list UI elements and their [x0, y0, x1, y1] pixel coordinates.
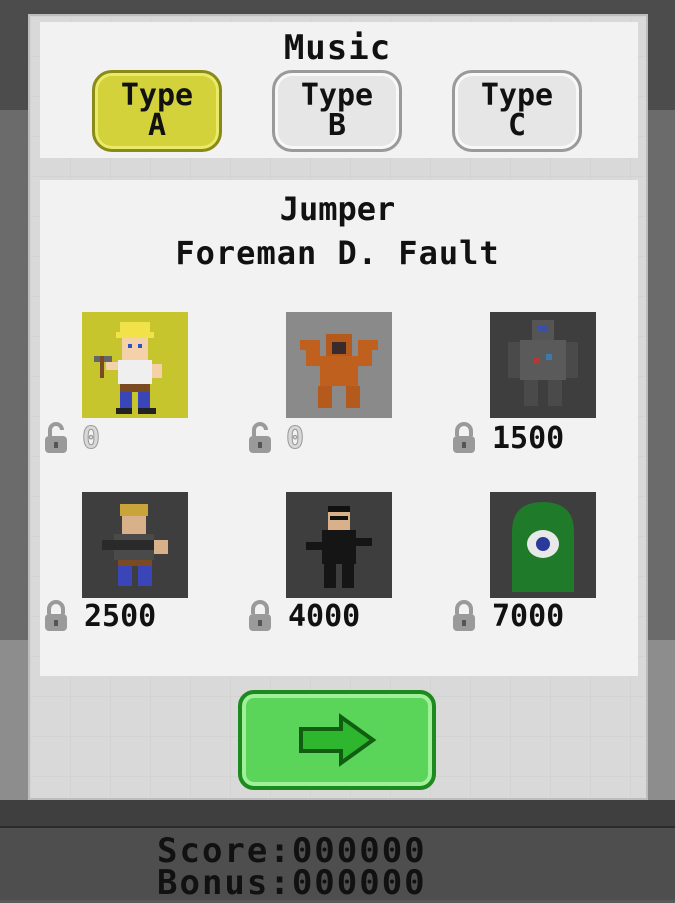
type-letter: C	[507, 108, 527, 143]
character-price: 0	[285, 421, 305, 456]
bonus-value: 000000	[291, 863, 427, 903]
padlock-icon	[44, 600, 68, 632]
character-slot-agent[interactable]	[286, 492, 392, 598]
character-role: Jumper	[279, 190, 396, 228]
character-price: 4000	[288, 599, 361, 634]
bonus-label: Bonus:	[157, 863, 292, 903]
character-price: 2500	[84, 599, 157, 634]
music-type-c-button[interactable]: Type C	[452, 70, 582, 152]
unlocked-padlock-icon	[248, 422, 272, 454]
music-title: Music	[283, 28, 392, 68]
next-button[interactable]	[238, 690, 436, 790]
type-word: Type	[120, 78, 194, 113]
character-slot-orangutan[interactable]	[286, 312, 392, 418]
character-price: 0	[81, 421, 101, 456]
type-letter: A	[147, 108, 167, 143]
character-slot-robot[interactable]	[490, 312, 596, 418]
padlock-icon	[452, 600, 476, 632]
agent-in-black-character-icon	[306, 506, 372, 588]
character-slot-foreman[interactable]	[82, 312, 188, 418]
character-name: Foreman D. Fault	[175, 234, 500, 272]
music-type-b-button[interactable]: Type B	[272, 70, 402, 152]
robot-character-icon	[508, 320, 578, 406]
padlock-icon	[248, 600, 272, 632]
bonus-readout: Bonus:000000	[157, 866, 427, 900]
orangutan-character-icon	[300, 334, 378, 408]
foreman-character-icon	[94, 322, 162, 414]
worker-with-gun-character-icon	[102, 504, 168, 586]
unlocked-padlock-icon	[44, 422, 68, 454]
green-blob-character-icon	[512, 502, 574, 592]
character-price: 7000	[492, 599, 565, 634]
type-word: Type	[300, 78, 374, 113]
padlock-icon	[452, 422, 476, 454]
character-price: 1500	[492, 421, 565, 456]
character-slot-blob[interactable]	[490, 492, 596, 598]
right-arrow-icon	[299, 713, 377, 767]
music-type-a-button[interactable]: Type A	[92, 70, 222, 152]
type-word: Type	[480, 78, 554, 113]
type-letter: B	[327, 108, 347, 143]
character-slot-worker[interactable]	[82, 492, 188, 598]
conveyor-rail	[0, 800, 675, 828]
